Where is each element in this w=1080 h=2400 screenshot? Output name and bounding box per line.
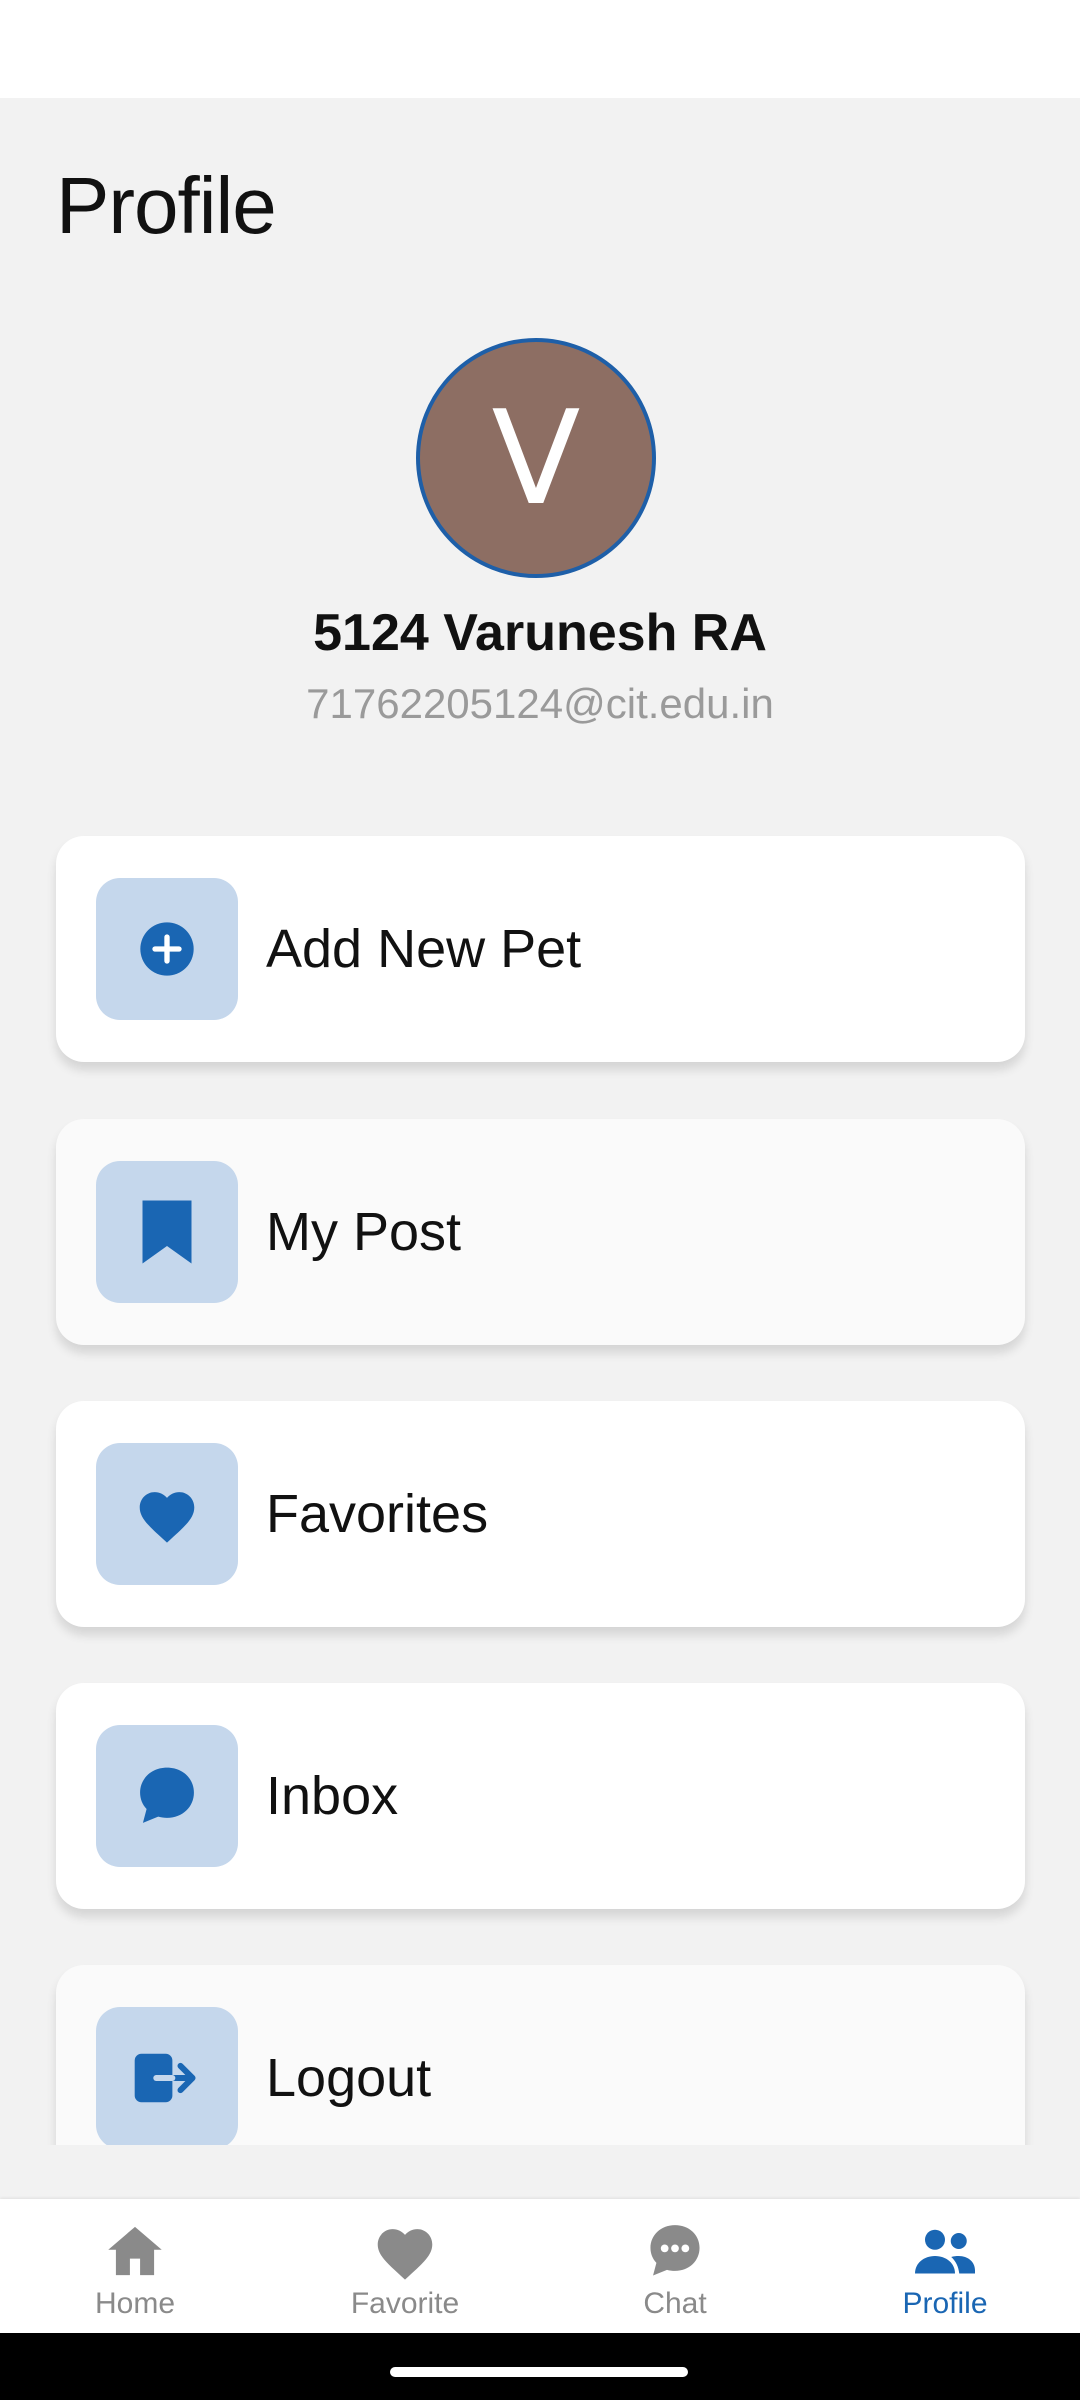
- page-title: Profile: [56, 161, 277, 250]
- menu-item-inbox[interactable]: Inbox: [56, 1683, 1025, 1909]
- nav-label: Home: [94, 2287, 176, 2320]
- heart-icon: [96, 1443, 238, 1585]
- avatar-letter: V: [491, 382, 581, 534]
- nav-item-home[interactable]: Home: [0, 2199, 270, 2333]
- scroll-clip: [0, 2145, 1080, 2199]
- menu-item-label: Favorites: [266, 1484, 489, 1544]
- user-name: 5124 Varunesh RA: [313, 604, 767, 662]
- nav-item-chat[interactable]: Chat: [540, 2199, 810, 2333]
- menu-item-label: Add New Pet: [266, 919, 582, 979]
- home-icon: [104, 2221, 166, 2281]
- heart-icon: [371, 2221, 439, 2281]
- nav-label: Profile: [902, 2287, 988, 2320]
- menu-item-favorites[interactable]: Favorites: [56, 1401, 1025, 1627]
- logout-icon: [96, 2007, 238, 2149]
- bookmark-icon: [96, 1161, 238, 1303]
- nav-item-favorite[interactable]: Favorite: [270, 2199, 540, 2333]
- avatar[interactable]: V: [416, 338, 656, 578]
- menu-item-add-new-pet[interactable]: Add New Pet: [56, 836, 1025, 1062]
- menu-item-label: Logout: [266, 2048, 432, 2108]
- menu-item-label: Inbox: [266, 1766, 399, 1826]
- menu-item-my-post[interactable]: My Post: [56, 1119, 1025, 1345]
- user-email: 71762205124@cit.edu.in: [306, 680, 774, 727]
- gesture-handle[interactable]: [390, 2367, 688, 2377]
- profile-screen: Profile V 5124 Varunesh RA 71762205124@c…: [0, 98, 1080, 2199]
- system-gesture-bar: [0, 2333, 1080, 2400]
- people-icon: [912, 2221, 978, 2281]
- menu-item-label: My Post: [266, 1202, 462, 1262]
- bottom-navigation: Home Favorite Chat Profile: [0, 2199, 1080, 2333]
- status-bar: [0, 0, 1080, 98]
- add-circle-icon: [96, 878, 238, 1020]
- nav-label: Favorite: [350, 2287, 460, 2320]
- nav-item-profile[interactable]: Profile: [810, 2199, 1080, 2333]
- chat-icon: [644, 2221, 706, 2281]
- nav-label: Chat: [643, 2287, 707, 2320]
- chat-bubble-icon: [96, 1725, 238, 1867]
